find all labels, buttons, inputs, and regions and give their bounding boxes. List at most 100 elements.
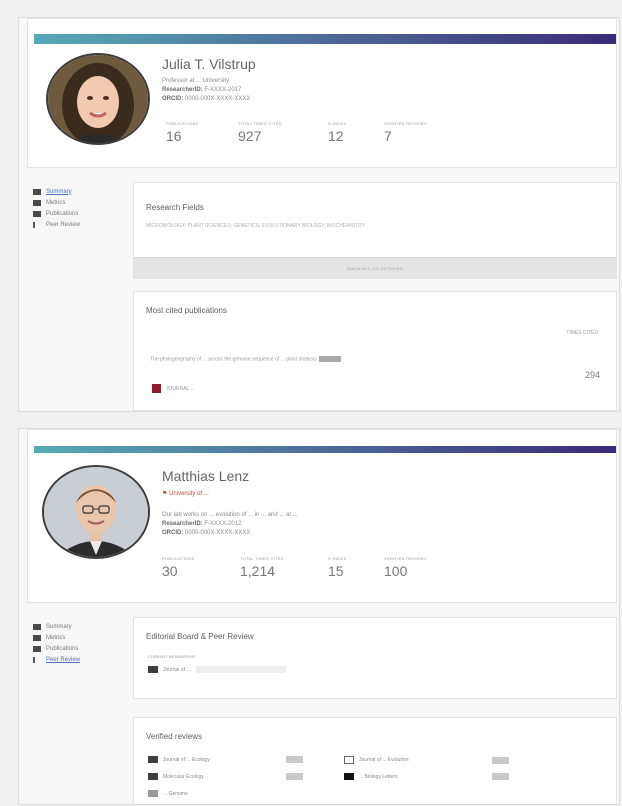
- publication-title[interactable]: The phylogeography of ... across the gen…: [150, 356, 540, 363]
- journal-icon: [152, 384, 161, 393]
- nav-metrics[interactable]: Metrics: [33, 197, 80, 208]
- editorial-board-card: Editorial Board & Peer Review CURRENT ME…: [133, 617, 617, 699]
- nav-metrics[interactable]: Metrics: [33, 632, 80, 643]
- stat-verified-reviews: VERIFIED REVIEWS 100: [384, 556, 427, 579]
- stat-h-index: H-INDEX 12: [328, 121, 347, 144]
- review-item[interactable]: Journal of ... Evolution: [344, 756, 509, 764]
- stat-value: 1,214: [240, 563, 276, 579]
- stat-label: PUBLICATIONS: [162, 556, 195, 561]
- avatar[interactable]: [42, 465, 150, 559]
- review-item[interactable]: Molecular Ecology: [148, 773, 303, 780]
- orcid-value[interactable]: 0000-000X-XXXX-XXXX: [185, 530, 250, 536]
- nav-label: Publications: [46, 210, 79, 217]
- journal-icon: [148, 756, 158, 763]
- researcher-id: ResearcherID: F-XXXX-2012: [162, 520, 241, 529]
- nav-label: Summary: [46, 188, 72, 195]
- review-count-badge: [492, 773, 509, 780]
- researcher-id-value: F-XXXX-2012: [204, 521, 242, 527]
- nav-label: Peer Review: [46, 656, 81, 663]
- profile-title: Professor at ... University: [162, 78, 230, 84]
- publication-title-text: The phylogeography of ... across the gen…: [150, 356, 317, 363]
- review-journal: Journal of ... Ecology: [163, 756, 210, 763]
- review-item[interactable]: Journal of ... Ecology: [148, 756, 303, 763]
- profile-panel-1: Julia T. Vilstrup Professor at ... Unive…: [18, 17, 620, 412]
- verified-reviews-title: Verified reviews: [146, 732, 203, 741]
- stat-label: TOTAL TIMES CITED: [240, 556, 284, 561]
- orcid-label: ORCID:: [162, 530, 184, 536]
- nav-summary[interactable]: Summary: [33, 186, 80, 197]
- stat-label: VERIFIED REVIEWS: [384, 121, 427, 126]
- nav-label: Metrics: [46, 199, 66, 206]
- divider: [195, 666, 286, 673]
- stat-publications: PUBLICATIONS 16: [166, 121, 199, 144]
- orcid-label: ORCID:: [162, 96, 184, 102]
- orcid-value[interactable]: 0000-000X-XXXX-XXXX: [185, 96, 250, 102]
- summary-icon: [33, 623, 41, 630]
- nav-label: Publications: [46, 645, 79, 652]
- research-fields-list[interactable]: MICROBIOLOGY; PLANT SCIENCES; GENETICS; …: [146, 223, 365, 229]
- researcher-id-label: ResearcherID:: [162, 521, 203, 527]
- researcher-id: ResearcherID: F-XXXX-2017: [162, 86, 241, 95]
- affiliation-text[interactable]: University of ...: [169, 491, 209, 497]
- editorial-board-title: Editorial Board & Peer Review: [146, 632, 254, 641]
- accent-bar: [34, 34, 616, 44]
- researcher-id-value: F-XXXX-2017: [204, 87, 242, 93]
- stat-publications: PUBLICATIONS 30: [162, 556, 195, 579]
- stat-value: 7: [384, 128, 392, 144]
- nav-summary[interactable]: Summary: [33, 621, 80, 632]
- stat-label: H-INDEX: [328, 121, 347, 126]
- research-fields-card: Research Fields MICROBIOLOGY; PLANT SCIE…: [133, 182, 617, 279]
- review-count-badge: [286, 756, 303, 763]
- nav-label: Peer Review: [46, 221, 81, 228]
- nav-label: Summary: [46, 623, 72, 630]
- nav-label: Metrics: [46, 634, 66, 641]
- summary-icon: [33, 188, 41, 195]
- stat-value: 16: [166, 128, 182, 144]
- review-item[interactable]: ... Genome: [148, 790, 281, 797]
- location-icon: ⚑: [162, 491, 168, 497]
- most-cited-title: Most cited publications: [146, 306, 227, 315]
- verified-reviews-card: Verified reviews Journal of ... Ecology …: [133, 717, 617, 804]
- review-journal: ... Biology Letters: [359, 773, 398, 780]
- most-cited-card: Most cited publications TIMES CITED The …: [133, 291, 617, 411]
- journal-icon: [344, 756, 354, 764]
- current-membership-label: CURRENT MEMBERSHIP: [148, 654, 196, 659]
- publications-icon: [33, 210, 41, 217]
- stat-value: 30: [162, 563, 178, 579]
- stat-value: 927: [238, 128, 262, 144]
- profile-panel-2: Matthias Lenz ⚑ University of ... Our la…: [18, 428, 620, 805]
- stat-value: 12: [328, 128, 344, 144]
- stat-label: PUBLICATIONS: [166, 121, 199, 126]
- nav-publications[interactable]: Publications: [33, 208, 80, 219]
- metrics-icon: [33, 634, 41, 641]
- side-nav-1: Summary Metrics Publications Peer Review: [33, 186, 80, 230]
- show-all-button[interactable]: SHOW ALL CO-AUTHORS: [134, 257, 616, 278]
- review-count-badge: [492, 756, 509, 764]
- profile-description: Our lab works on ... evolution of ... in…: [162, 512, 298, 518]
- publication-journal: JOURNAL ...: [166, 386, 195, 392]
- orcid: ORCID: 0000-000X-XXXX-XXXX: [162, 95, 250, 104]
- peer-review-icon: [33, 221, 41, 228]
- review-item[interactable]: ... Biology Letters: [344, 773, 509, 780]
- stat-times-cited: TOTAL TIMES CITED 1,214: [240, 556, 284, 579]
- stat-value: 15: [328, 563, 344, 579]
- research-fields-title: Research Fields: [146, 203, 204, 212]
- stat-label: VERIFIED REVIEWS: [384, 556, 427, 561]
- avatar[interactable]: [46, 53, 150, 145]
- review-journal: Journal of ... Evolution: [359, 757, 409, 763]
- nav-peer-review[interactable]: Peer Review: [33, 654, 80, 665]
- journal-icon: [344, 773, 354, 780]
- peer-review-icon: [33, 656, 41, 663]
- times-cited-label: TIMES CITED: [566, 330, 598, 336]
- journal-icon: [148, 666, 158, 673]
- nav-peer-review[interactable]: Peer Review: [33, 219, 80, 230]
- stat-label: H-INDEX: [328, 556, 347, 561]
- nav-publications[interactable]: Publications: [33, 643, 80, 654]
- accent-bar: [34, 446, 616, 453]
- journal-icon: [148, 773, 158, 780]
- affiliation: ⚑ University of ...: [162, 490, 209, 499]
- publication-times-cited: 294: [584, 370, 600, 380]
- review-journal: Molecular Ecology: [163, 773, 204, 780]
- editorial-item[interactable]: Journal of ...: [148, 666, 286, 673]
- profile-header-card-1: Julia T. Vilstrup Professor at ... Unive…: [27, 18, 617, 168]
